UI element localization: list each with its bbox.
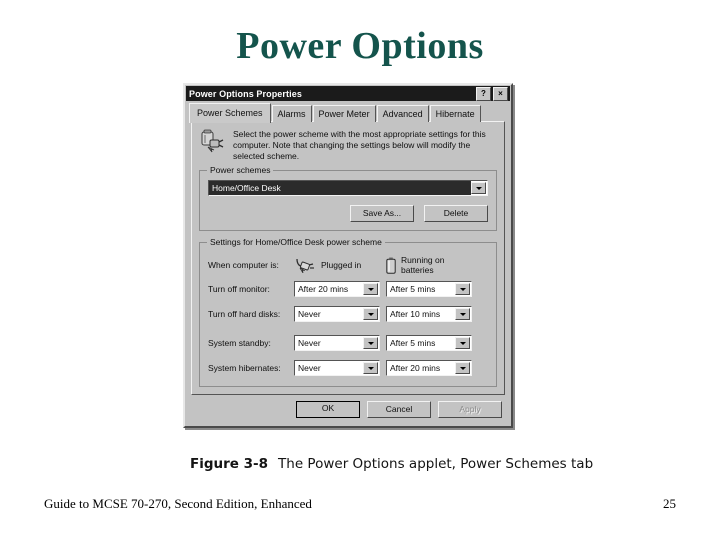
turn-off-hard-disks-label: Turn off hard disks: bbox=[208, 309, 281, 319]
turn-off-monitor-label: Turn off monitor: bbox=[208, 284, 270, 294]
power-schemes-group: Power schemes Home/Office Desk Save As..… bbox=[199, 165, 497, 231]
chevron-down-icon[interactable] bbox=[363, 337, 378, 349]
chevron-down-icon[interactable] bbox=[471, 182, 486, 194]
figure-image: Power Options Properties ? × Power Schem… bbox=[183, 83, 513, 428]
power-schemes-button-row: Save As... Delete bbox=[208, 205, 488, 222]
system-standby-label: System standby: bbox=[208, 338, 271, 348]
power-scheme-combobox[interactable]: Home/Office Desk bbox=[208, 180, 488, 196]
power-schemes-group-title: Power schemes bbox=[207, 165, 274, 175]
system-hibernates-label: System hibernates: bbox=[208, 363, 281, 373]
chevron-down-icon[interactable] bbox=[363, 362, 378, 374]
help-icon[interactable]: ? bbox=[476, 86, 491, 101]
settings-group-title: Settings for Home/Office Desk power sche… bbox=[207, 237, 385, 247]
column-plugged-in: Plugged in bbox=[294, 257, 386, 273]
ok-button[interactable]: OK bbox=[296, 401, 360, 418]
tab-page-power-schemes: Select the power scheme with the most ap… bbox=[191, 121, 505, 395]
turn-off-hard-disks-plugged-in-combobox[interactable]: Never bbox=[294, 306, 380, 322]
titlebar-buttons: ? × bbox=[476, 86, 508, 101]
plug-icon bbox=[296, 258, 314, 273]
cancel-button[interactable]: Cancel bbox=[367, 401, 431, 418]
info-text: Select the power scheme with the most ap… bbox=[233, 129, 486, 161]
chevron-down-icon[interactable] bbox=[363, 283, 378, 295]
system-hibernates-plugged-in-combobox[interactable]: Never bbox=[294, 360, 380, 376]
page-title: Power Options bbox=[236, 25, 484, 67]
chevron-down-icon[interactable] bbox=[455, 283, 470, 295]
system-standby-batteries-combobox[interactable]: After 5 mins bbox=[386, 335, 472, 351]
battery-icon bbox=[386, 257, 396, 274]
setting-row: System hibernates: Never After 20 mins bbox=[208, 360, 488, 376]
tab-advanced[interactable]: Advanced bbox=[376, 105, 429, 122]
dialog-titlebar: Power Options Properties ? × bbox=[186, 86, 510, 101]
chevron-down-icon[interactable] bbox=[455, 362, 470, 374]
setting-row: Turn off hard disks: Never After 10 mins bbox=[208, 306, 488, 322]
footer-book-title: Guide to MCSE 70-270, Second Edition, En… bbox=[44, 496, 312, 511]
system-standby-plugged-in-combobox[interactable]: Never bbox=[294, 335, 380, 351]
column-running-on-batteries: Running on batteries bbox=[386, 255, 478, 275]
turn-off-monitor-plugged-in-value: After 20 mins bbox=[298, 284, 349, 294]
chevron-down-icon[interactable] bbox=[455, 337, 470, 349]
power-options-properties-dialog: Power Options Properties ? × Power Schem… bbox=[183, 83, 513, 428]
tab-power-schemes[interactable]: Power Schemes bbox=[189, 103, 271, 123]
system-hibernates-plugged-in-value: Never bbox=[298, 363, 321, 373]
system-hibernates-batteries-value: After 20 mins bbox=[390, 363, 441, 373]
turn-off-hard-disks-batteries-combobox[interactable]: After 10 mins bbox=[386, 306, 472, 322]
settings-header-row: When computer is: Plugged in Running on … bbox=[208, 253, 488, 277]
setting-row: System standby: Never After 5 mins bbox=[208, 335, 488, 351]
turn-off-monitor-plugged-in-combobox[interactable]: After 20 mins bbox=[294, 281, 380, 297]
plugged-in-label: Plugged in bbox=[321, 260, 362, 270]
info-row: Select the power scheme with the most ap… bbox=[199, 128, 497, 162]
power-plug-icon bbox=[201, 129, 224, 153]
dialog-title: Power Options Properties bbox=[189, 88, 302, 99]
figure-caption: Figure 3-8 The Power Options applet, Powe… bbox=[190, 456, 593, 472]
when-computer-is-label: When computer is: bbox=[208, 260, 279, 270]
turn-off-hard-disks-plugged-in-value: Never bbox=[298, 309, 321, 319]
apply-button: Apply bbox=[438, 401, 502, 418]
tab-alarms[interactable]: Alarms bbox=[271, 105, 312, 122]
figure-number: Figure 3-8 bbox=[190, 456, 269, 472]
power-scheme-value: Home/Office Desk bbox=[209, 181, 471, 195]
page-number: 25 bbox=[663, 496, 676, 511]
system-hibernates-batteries-combobox[interactable]: After 20 mins bbox=[386, 360, 472, 376]
running-on-batteries-label: Running on batteries bbox=[401, 255, 445, 275]
setting-row: Turn off monitor: After 20 mins After 5 … bbox=[208, 281, 488, 297]
turn-off-hard-disks-batteries-value: After 10 mins bbox=[390, 309, 441, 319]
system-standby-batteries-value: After 5 mins bbox=[390, 338, 436, 348]
chevron-down-icon[interactable] bbox=[455, 308, 470, 320]
dialog-button-bar: OK Cancel Apply bbox=[185, 401, 511, 426]
turn-off-monitor-batteries-combobox[interactable]: After 5 mins bbox=[386, 281, 472, 297]
chevron-down-icon[interactable] bbox=[363, 308, 378, 320]
save-as-button[interactable]: Save As... bbox=[350, 205, 414, 222]
settings-group: Settings for Home/Office Desk power sche… bbox=[199, 237, 497, 387]
tab-hibernate[interactable]: Hibernate bbox=[429, 105, 481, 122]
tab-strip: Power Schemes Alarms Power Meter Advance… bbox=[185, 101, 511, 123]
turn-off-monitor-batteries-value: After 5 mins bbox=[390, 284, 436, 294]
close-icon[interactable]: × bbox=[493, 86, 508, 101]
tab-power-meter[interactable]: Power Meter bbox=[312, 105, 376, 122]
system-standby-plugged-in-value: Never bbox=[298, 338, 321, 348]
delete-button[interactable]: Delete bbox=[424, 205, 488, 222]
figure-caption-text: The Power Options applet, Power Schemes … bbox=[278, 456, 594, 472]
